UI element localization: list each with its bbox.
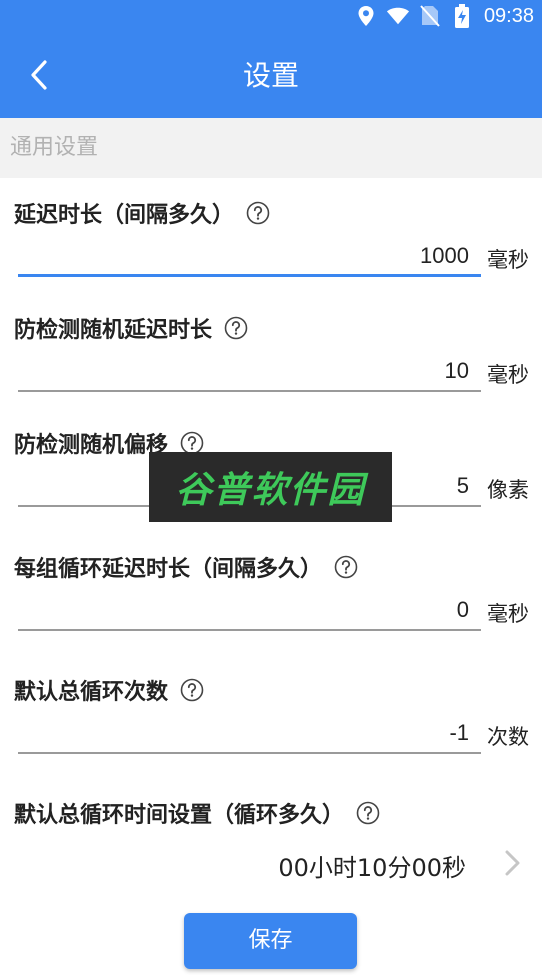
help-icon[interactable]: [356, 801, 380, 825]
delay-input[interactable]: 1000: [18, 237, 481, 277]
status-bar: 09:38: [0, 0, 542, 32]
battery-charging-icon: [450, 4, 474, 28]
setting-label: 延迟时长（间隔多久）: [14, 197, 270, 229]
status-time: 09:38: [483, 4, 534, 27]
setting-label: 默认总循环时间设置（循环多久）: [14, 797, 380, 829]
unit-label: 毫秒: [487, 602, 529, 626]
setting-label: 默认总循环次数: [14, 674, 204, 706]
random-delay-input[interactable]: 10: [18, 352, 481, 392]
setting-label: 每组循环延迟时长（间隔多久）: [14, 551, 358, 583]
save-button[interactable]: 保存: [184, 913, 357, 969]
chevron-right-icon[interactable]: [500, 848, 524, 878]
setting-label: 防检测随机延迟时长: [14, 312, 248, 344]
group-loop-delay-input[interactable]: 0: [18, 591, 481, 631]
unit-label: 次数: [487, 725, 529, 749]
app-bar: 设置: [0, 32, 542, 118]
loop-time-value[interactable]: 00小时10分00秒: [278, 848, 466, 883]
wifi-icon: [386, 4, 410, 28]
help-icon[interactable]: [334, 555, 358, 579]
help-icon[interactable]: [246, 201, 270, 225]
help-icon[interactable]: [224, 316, 248, 340]
unit-label: 毫秒: [487, 363, 529, 387]
section-header: 通用设置: [0, 118, 542, 178]
top-bar: 09:38 设置: [0, 0, 542, 118]
loop-count-input[interactable]: -1: [18, 714, 481, 754]
page-title: 设置: [242, 59, 299, 92]
location-icon: [354, 4, 378, 28]
watermark: 谷普软件园: [149, 452, 392, 522]
help-icon[interactable]: [180, 678, 204, 702]
unit-label: 毫秒: [487, 248, 529, 272]
watermark-text: 谷普软件园: [175, 470, 366, 511]
unit-label: 像素: [487, 478, 529, 502]
no-sim-icon: [418, 4, 442, 28]
